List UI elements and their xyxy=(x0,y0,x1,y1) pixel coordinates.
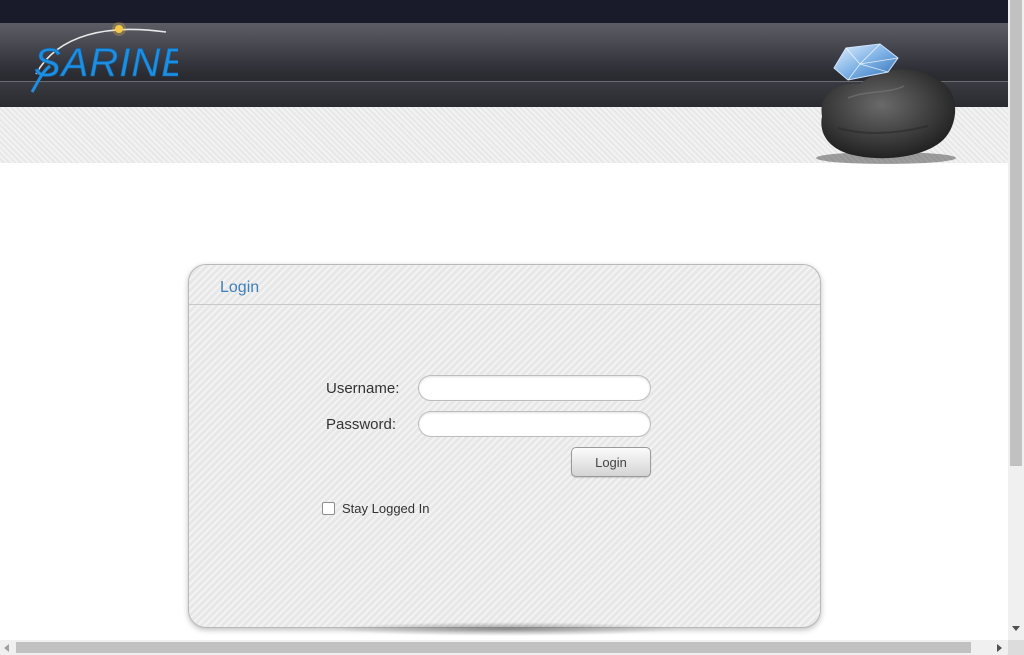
panel-shadow xyxy=(330,622,680,636)
password-field[interactable] xyxy=(418,411,651,437)
stay-logged-in[interactable]: Stay Logged In xyxy=(322,500,429,516)
scrollbar-corner xyxy=(1008,640,1024,655)
scroll-left-arrow-icon[interactable] xyxy=(4,644,9,652)
scroll-down-arrow-icon[interactable] xyxy=(1012,626,1020,631)
scroll-right-arrow-icon[interactable] xyxy=(997,644,1002,652)
sarine-logo[interactable]: SARINE xyxy=(28,22,178,94)
username-label: Username: xyxy=(326,380,400,397)
top-bar xyxy=(0,0,1008,23)
page: SARINE Login Username: Password: Login S… xyxy=(0,0,1008,640)
login-panel: Login Username: Password: Login Stay Log… xyxy=(188,264,821,628)
diamond-rock-image xyxy=(808,38,968,166)
logo-text: SARINE xyxy=(34,41,178,85)
vertical-scroll-thumb[interactable] xyxy=(1010,0,1022,466)
horizontal-scrollbar[interactable] xyxy=(0,640,1008,655)
vertical-scrollbar[interactable] xyxy=(1008,0,1024,640)
panel-divider xyxy=(189,304,820,305)
stay-logged-in-checkbox[interactable] xyxy=(322,501,335,515)
stay-logged-in-label: Stay Logged In xyxy=(342,500,430,516)
login-button[interactable]: Login xyxy=(571,447,651,477)
login-panel-title: Login xyxy=(220,279,260,296)
username-field[interactable] xyxy=(418,375,651,401)
sarine-logo-icon: SARINE xyxy=(30,22,178,93)
password-label: Password: xyxy=(326,416,397,433)
horizontal-scroll-thumb[interactable] xyxy=(16,642,971,653)
